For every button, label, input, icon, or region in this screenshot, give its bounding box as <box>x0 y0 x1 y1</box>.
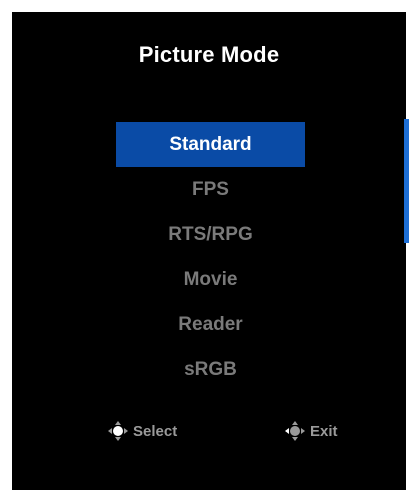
joystick-left-icon <box>284 420 306 442</box>
osd-panel: Picture Mode Standard FPS RTS/RPG Movie … <box>12 12 409 490</box>
menu-item-movie[interactable]: Movie <box>116 257 305 302</box>
joystick-press-icon <box>107 420 129 442</box>
menu-item-fps[interactable]: FPS <box>116 167 305 212</box>
select-label: Select <box>133 422 178 440</box>
exit-hint: Exit <box>284 420 338 442</box>
scrollbar[interactable] <box>404 119 409 243</box>
picture-mode-menu: Standard FPS RTS/RPG Movie Reader sRGB <box>116 122 305 392</box>
menu-item-reader[interactable]: Reader <box>116 302 305 347</box>
menu-item-standard[interactable]: Standard <box>116 122 305 167</box>
select-hint: Select <box>107 420 177 442</box>
menu-item-srgb[interactable]: sRGB <box>116 347 305 392</box>
menu-item-rts-rpg[interactable]: RTS/RPG <box>116 212 305 257</box>
exit-label: Exit <box>310 422 338 440</box>
page-title: Picture Mode <box>138 42 280 67</box>
